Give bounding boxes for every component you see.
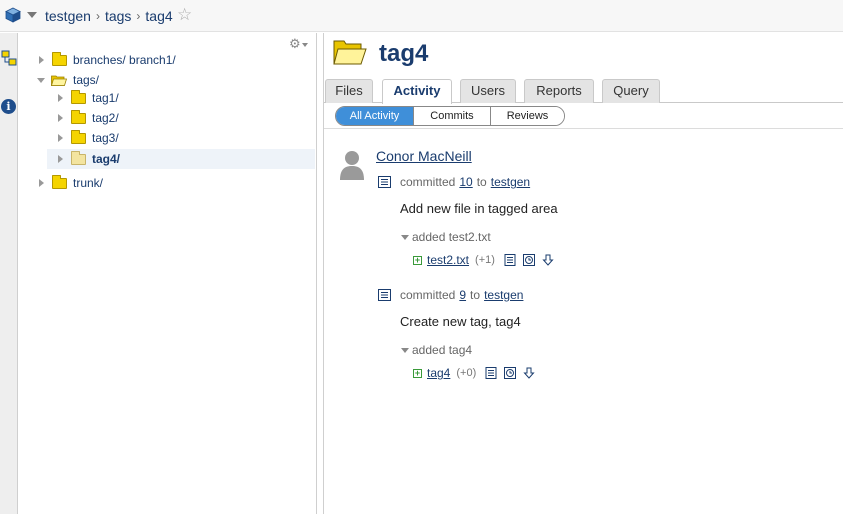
commit-message: Add new file in tagged area	[400, 201, 558, 216]
repo-link[interactable]: testgen	[484, 288, 523, 302]
tree-node-label: branches/ branch1/	[73, 53, 176, 67]
tree-node-label: tag1/	[92, 91, 119, 105]
tree-node-trunk[interactable]: trunk/	[39, 173, 103, 193]
open-folder-icon	[333, 40, 367, 65]
open-folder-icon	[51, 75, 67, 86]
left-icon-strip: i	[0, 33, 18, 514]
commit-row: committed 9 to testgen	[378, 287, 527, 303]
added-files-toggle[interactable]: added tag4	[401, 343, 472, 357]
added-icon: +	[413, 254, 422, 265]
main-panel: tag4 Files Activity Users Reports Query …	[323, 33, 843, 514]
collapse-arrow-icon[interactable]	[37, 77, 45, 83]
added-icon: +	[413, 367, 422, 378]
tab-bar: Files Activity Users Reports Query	[324, 79, 843, 104]
tab-activity[interactable]: Activity	[382, 79, 452, 104]
filter-reviews[interactable]: Reviews	[490, 107, 564, 125]
tree-node-label: tag4/	[92, 152, 121, 166]
tree-node-tag4[interactable]: tag4/	[47, 149, 315, 169]
file-tree-panel: ⚙ branches/ branch1/ tags/ tag1/ tag2/ t…	[19, 33, 317, 514]
divider	[324, 128, 843, 129]
tree-node-label: tag3/	[92, 131, 119, 145]
collapse-arrow-icon	[401, 234, 409, 240]
commit-verb: committed	[400, 175, 456, 189]
commit-to: to	[476, 175, 487, 189]
changeset-icon[interactable]	[378, 176, 391, 188]
revision-link[interactable]: 10	[459, 175, 472, 189]
history-icon[interactable]	[522, 254, 535, 266]
folder-icon	[71, 129, 86, 144]
changeset-icon[interactable]	[378, 289, 391, 301]
repo-link[interactable]: testgen	[491, 175, 530, 189]
star-icon[interactable]: ☆	[177, 6, 192, 23]
filter-commits[interactable]: Commits	[413, 107, 490, 125]
commit-verb: committed	[400, 288, 456, 302]
top-bar: testgen › tags › tag4 ☆	[0, 0, 843, 32]
breadcrumb-separator: ›	[95, 9, 100, 23]
expand-arrow-icon[interactable]	[58, 134, 63, 142]
added-label: added tag4	[412, 343, 473, 357]
info-icon[interactable]: i	[1, 99, 16, 114]
breadcrumb-item-current[interactable]: tag4	[145, 8, 172, 24]
expand-arrow-icon[interactable]	[58, 94, 63, 102]
tree-node-branches[interactable]: branches/ branch1/	[39, 50, 176, 70]
folder-icon	[52, 174, 67, 189]
breadcrumb-item-tags[interactable]: tags	[105, 8, 131, 24]
cube-icon[interactable]	[5, 7, 21, 23]
line-delta: (+0)	[456, 367, 477, 379]
expand-arrow-icon[interactable]	[58, 155, 63, 163]
download-icon[interactable]	[523, 367, 535, 379]
added-files-toggle[interactable]: added test2.txt	[401, 230, 491, 244]
file-row: + tag4 (+0)	[413, 366, 542, 380]
tree-node-tag2[interactable]: tag2/	[58, 108, 119, 128]
collapse-arrow-icon	[401, 347, 409, 353]
tree-node-tag3[interactable]: tag3/	[58, 128, 119, 148]
tab-query[interactable]: Query	[602, 79, 660, 103]
commit-row: committed 10 to testgen	[378, 174, 534, 190]
filter-all-activity[interactable]: All Activity	[336, 107, 413, 125]
tab-files[interactable]: Files	[325, 79, 373, 103]
tree-node-label: tag2/	[92, 111, 119, 125]
tree-node-label: tags/	[73, 73, 100, 87]
chevron-down-icon	[301, 42, 308, 47]
tree-structure-icon[interactable]	[1, 50, 17, 66]
expand-arrow-icon[interactable]	[39, 56, 44, 64]
expand-arrow-icon[interactable]	[58, 114, 63, 122]
folder-icon	[71, 89, 86, 104]
download-icon[interactable]	[542, 254, 554, 266]
tab-reports[interactable]: Reports	[524, 79, 594, 103]
view-file-icon[interactable]	[504, 254, 516, 266]
breadcrumb: testgen › tags › tag4	[45, 8, 173, 24]
file-row: + test2.txt (+1)	[413, 253, 561, 267]
breadcrumb-separator: ›	[136, 9, 141, 23]
file-link[interactable]: tag4	[427, 366, 450, 380]
line-delta: (+1)	[475, 254, 495, 266]
commit-message: Create new tag, tag4	[400, 314, 521, 329]
view-file-icon[interactable]	[485, 367, 497, 379]
folder-icon	[71, 150, 86, 165]
tree-node-tag1[interactable]: tag1/	[58, 88, 119, 108]
expand-arrow-icon[interactable]	[39, 179, 44, 187]
repo-dropdown-icon[interactable]	[27, 12, 37, 18]
revision-link[interactable]: 9	[459, 288, 466, 302]
folder-icon	[52, 51, 67, 66]
author-link[interactable]: Conor MacNeill	[376, 148, 472, 164]
tree-node-label: trunk/	[73, 176, 104, 190]
folder-icon	[71, 109, 86, 124]
activity-filter: All Activity Commits Reviews	[335, 106, 565, 126]
gear-icon[interactable]: ⚙	[289, 36, 308, 52]
avatar	[340, 151, 364, 180]
tab-users[interactable]: Users	[460, 79, 516, 103]
added-label: added test2.txt	[412, 230, 491, 244]
breadcrumb-item-repo[interactable]: testgen	[45, 8, 91, 24]
tree-node-tags[interactable]: tags/	[37, 70, 99, 90]
history-icon[interactable]	[504, 367, 517, 379]
file-link[interactable]: test2.txt	[427, 253, 469, 267]
page-title: tag4	[379, 40, 429, 67]
commit-to: to	[470, 288, 481, 302]
